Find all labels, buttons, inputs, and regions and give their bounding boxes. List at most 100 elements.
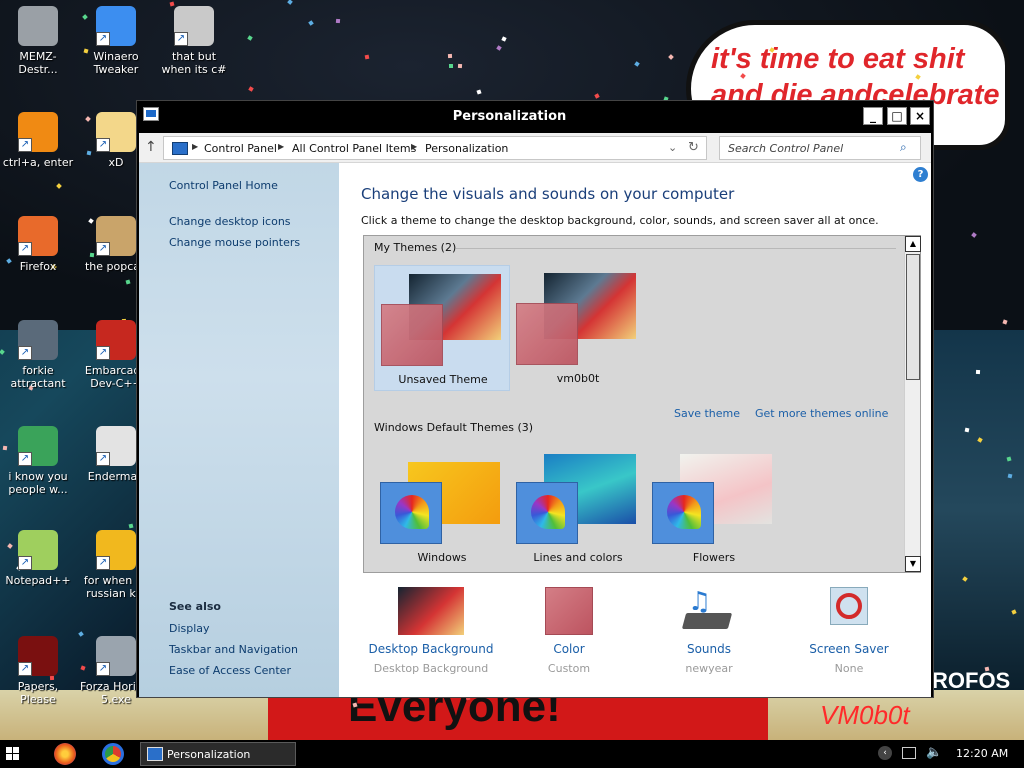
confetti-piece [128, 523, 134, 529]
desktop-icon-label: ctrl+a, enter [2, 156, 74, 169]
desktop-icon[interactable]: ↗ i know you people w... [0, 426, 76, 496]
desktop-icon-label: MEMZ-Destr... [18, 50, 58, 76]
my-themes-label: My Themes (2) [374, 241, 457, 254]
address-bar[interactable]: ▶ Control Panel ▶ All Control Panel Item… [163, 136, 707, 160]
breadcrumb-all-items[interactable]: All Control Panel Items [292, 142, 416, 155]
task-personalization[interactable]: Personalization [140, 742, 296, 766]
color-setting[interactable]: Color Custom [499, 587, 639, 681]
change-desktop-icons-link[interactable]: Change desktop icons [169, 215, 291, 228]
shortcut-arrow-icon: ↗ [18, 346, 32, 360]
setting-value: Custom [547, 662, 591, 675]
tray-expand-icon[interactable]: ‹ [878, 746, 892, 760]
firefox-icon: ↗ [18, 216, 58, 256]
refresh-icon[interactable]: ↻ [688, 140, 699, 155]
sidebar: Control Panel Home Change desktop icons … [139, 163, 339, 697]
search-icon[interactable]: ⌕ [900, 140, 907, 155]
desktop-icon[interactable]: ↗ Notepad++ [0, 530, 76, 587]
breadcrumb-arrow-icon[interactable]: ▶ [278, 142, 284, 151]
desktop-icon[interactable]: MEMZ-Destr... [0, 6, 76, 76]
maximize-button[interactable]: □ [887, 107, 907, 125]
desktop-icon[interactable]: ↗ that but when its c# [156, 6, 232, 76]
save-theme-link[interactable]: Save theme [674, 407, 740, 420]
control-panel-home-link[interactable]: Control Panel Home [169, 179, 278, 192]
desktop-icon[interactable]: ↗ Papers, Please [0, 636, 76, 706]
setting-name: Desktop Background [368, 642, 494, 656]
shortcut-arrow-icon: ↗ [18, 556, 32, 570]
taskbar-navigation-link[interactable]: Taskbar and Navigation [169, 643, 298, 656]
confetti-piece [457, 63, 463, 69]
network-icon[interactable] [902, 747, 916, 759]
recycle-bin-icon [18, 6, 58, 46]
theme-scrollbar[interactable]: ▲ ▼ [904, 236, 921, 572]
get-more-themes-link[interactable]: Get more themes online [755, 407, 888, 420]
theme-lines-and-colors[interactable]: Lines and colors [510, 444, 646, 570]
search-input[interactable]: Search Control Panel ⌕ [719, 136, 921, 160]
desktop-icon[interactable]: ↗ Firefox [0, 216, 76, 273]
page-title: Change the visuals and sounds on your co… [361, 185, 735, 203]
desktop-icon[interactable]: ↗ forkie attractant [0, 320, 76, 390]
search-placeholder: Search Control Panel [728, 142, 844, 155]
desktop-background-setting[interactable]: Desktop Background Desktop Background [361, 587, 501, 681]
notepadpp-icon: ↗ [18, 530, 58, 570]
breadcrumb-personalization[interactable]: Personalization [425, 142, 508, 155]
shortcut-arrow-icon: ↗ [96, 32, 110, 46]
control-panel-icon [172, 142, 188, 155]
theme-vm0b0t[interactable]: vm0b0t [510, 265, 646, 391]
firefox-taskbar-icon[interactable] [54, 743, 76, 765]
desktop-icon[interactable]: ↗ Winaero Tweaker [78, 6, 154, 76]
sounds-icon: ♫ [676, 587, 742, 635]
sounds-setting[interactable]: ♫ Sounds newyear [639, 587, 779, 681]
setting-name: Sounds [686, 642, 732, 656]
breadcrumb-arrow-icon[interactable]: ▶ [192, 142, 198, 151]
see-also-title: See also [169, 600, 221, 613]
theme-windows[interactable]: Windows [374, 444, 510, 570]
chevron-down-icon[interactable]: ⌄ [668, 141, 677, 154]
address-toolbar: ↑ ▶ Control Panel ▶ All Control Panel It… [139, 133, 931, 163]
screen-saver-setting[interactable]: Screen Saver None [779, 587, 919, 681]
desktop-icon-label: Winaero Tweaker [93, 50, 139, 76]
scroll-thumb[interactable] [906, 254, 920, 380]
clock[interactable]: 12:20 AM [956, 747, 1008, 760]
up-arrow-icon[interactable]: ↑ [145, 139, 157, 155]
close-button[interactable]: × [910, 107, 930, 125]
shortcut-arrow-icon: ↗ [96, 346, 110, 360]
start-button[interactable] [6, 747, 20, 761]
shortcut-arrow-icon: ↗ [174, 32, 188, 46]
volume-muted-icon[interactable]: 🔈 [926, 745, 942, 760]
scroll-down-icon[interactable]: ▼ [905, 556, 921, 572]
confetti-piece [335, 18, 341, 24]
theme-flowers[interactable]: Flowers [646, 444, 782, 570]
ring-icon: ↗ [18, 112, 58, 152]
palette-icon [380, 482, 442, 544]
display-link[interactable]: Display [169, 622, 210, 635]
title-bar[interactable]: Personalization _ □ × [137, 101, 933, 131]
shortcut-arrow-icon: ↗ [18, 452, 32, 466]
desktop-background-thumbnail [398, 587, 464, 635]
change-mouse-pointers-link[interactable]: Change mouse pointers [169, 236, 300, 249]
breadcrumb-arrow-icon[interactable]: ▶ [411, 142, 417, 151]
shortcut-arrow-icon: ↗ [18, 242, 32, 256]
confetti-piece [364, 54, 370, 60]
minimize-button[interactable]: _ [863, 107, 883, 125]
desktop-icon[interactable]: ↗ ctrl+a, enter [0, 112, 76, 169]
help-icon[interactable]: ? [913, 167, 928, 182]
desktop-icon-label: that but when its c# [161, 50, 227, 76]
desktop-icon-label: Papers, Please [17, 680, 59, 706]
chrome-taskbar-icon[interactable] [102, 743, 124, 765]
theme-label: Lines and colors [533, 551, 623, 564]
hxd-icon: ↗ [96, 112, 136, 152]
color-swatch [381, 304, 443, 366]
wallpaper-vm-text: VM0b0t [820, 700, 910, 730]
ease-of-access-link[interactable]: Ease of Access Center [169, 664, 291, 677]
confetti-piece [975, 369, 981, 375]
scroll-up-icon[interactable]: ▲ [905, 236, 921, 252]
palette-icon [652, 482, 714, 544]
shortcut-arrow-icon: ↗ [96, 138, 110, 152]
shortcut-arrow-icon: ↗ [96, 662, 110, 676]
shortcut-arrow-icon: ↗ [18, 138, 32, 152]
default-themes-label: Windows Default Themes (3) [374, 421, 534, 434]
theme-unsaved[interactable]: Unsaved Theme [374, 265, 510, 391]
personalization-window: Personalization _ □ × ↑ ▶ Control Panel … [136, 100, 934, 698]
desktop-icon-label: i know you people w... [8, 470, 68, 496]
breadcrumb-control-panel[interactable]: Control Panel [204, 142, 277, 155]
